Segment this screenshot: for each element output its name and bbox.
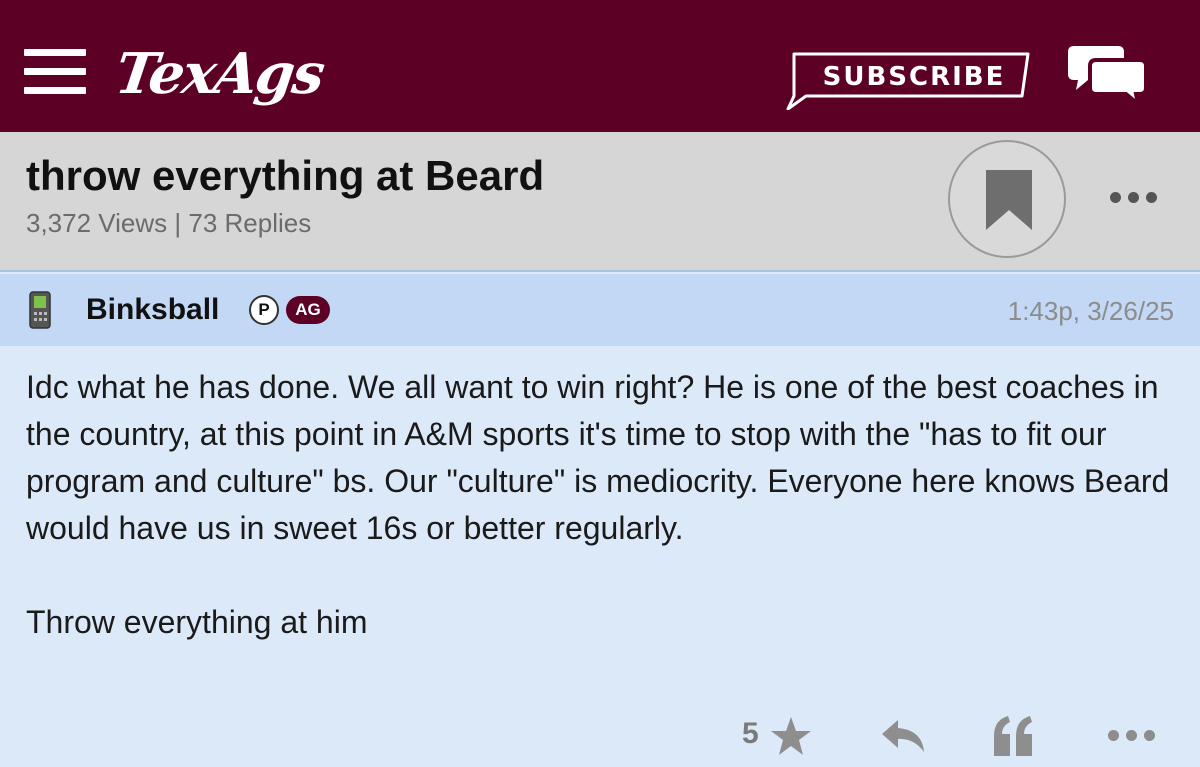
bookmark-button[interactable] <box>948 140 1066 258</box>
dot <box>1108 730 1119 741</box>
more-options-icon[interactable] <box>1106 728 1158 748</box>
dot <box>1146 192 1157 203</box>
site-logo[interactable]: TexAgs <box>111 41 327 107</box>
menu-line <box>24 68 86 75</box>
dot <box>1128 192 1139 203</box>
top-header: TexAgs SUBSCRIBE <box>0 0 1200 132</box>
menu-icon[interactable] <box>24 49 86 95</box>
post-actions: 5 <box>0 708 1200 767</box>
post-author[interactable]: Binksball <box>86 292 219 328</box>
more-options-icon[interactable] <box>1108 188 1160 208</box>
post-header: Binksball P AG 1:43p, 3/26/25 <box>0 274 1200 346</box>
thread-title: throw everything at Beard <box>26 152 545 199</box>
quote-icon[interactable] <box>992 716 1036 756</box>
like-count: 5 <box>742 717 759 750</box>
chat-bubbles-icon[interactable] <box>1066 42 1148 110</box>
bookmark-icon <box>986 170 1032 230</box>
post-body: Idc what he has done. We all want to win… <box>26 369 1170 640</box>
phone-icon <box>28 290 52 330</box>
premium-badge: P <box>249 295 279 325</box>
subscribe-label: SUBSCRIBE <box>822 62 1006 92</box>
thread-header: throw everything at Beard 3,372 Views | … <box>0 132 1200 272</box>
ag-badge: AG <box>286 296 330 324</box>
post-timestamp: 1:43p, 3/26/25 <box>1007 296 1174 326</box>
reply-icon[interactable] <box>880 718 926 754</box>
menu-line <box>24 49 86 56</box>
subscribe-button[interactable]: SUBSCRIBE <box>786 52 1030 110</box>
dot <box>1110 192 1121 203</box>
dot <box>1144 730 1155 741</box>
thread-stats: 3,372 Views | 73 Replies <box>26 208 312 238</box>
star-icon[interactable] <box>770 716 812 756</box>
dot <box>1126 730 1137 741</box>
menu-line <box>24 87 86 94</box>
